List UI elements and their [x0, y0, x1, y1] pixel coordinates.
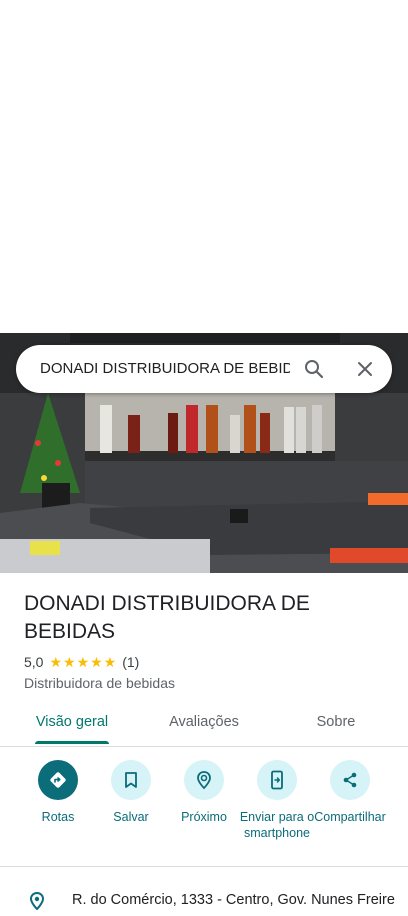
nearby-button[interactable]: Próximo [164, 760, 244, 825]
close-icon[interactable] [353, 357, 377, 381]
share-label: Compartilhar [314, 810, 386, 824]
rating-row[interactable]: 5,0 ★★★★★ (1) [24, 653, 139, 671]
tab-overview[interactable]: Visão geral [22, 700, 122, 744]
save-label: Salvar [113, 810, 149, 824]
search-bar[interactable]: DONADI DISTRIBUIDORA DE BEBIDAS [16, 345, 392, 393]
rating-stars-icon: ★★★★★ [49, 653, 118, 670]
tab-about[interactable]: Sobre [296, 700, 376, 744]
directions-label: Rotas [41, 810, 75, 824]
place-title: DONADI DISTRIBUIDORA DE BEBIDAS [24, 592, 310, 643]
place-category[interactable]: Distribuidora de bebidas [24, 675, 175, 691]
directions-icon [38, 760, 78, 800]
tab-bar: Visão geral Avaliações Sobre [0, 700, 408, 747]
divider [0, 866, 408, 867]
search-icon[interactable] [302, 357, 326, 381]
send-to-phone-icon [257, 760, 297, 800]
review-count[interactable]: (1) [122, 654, 139, 670]
address-row[interactable]: R. do Comércio, 1333 - Centro, Gov. Nune… [0, 886, 408, 916]
save-button[interactable]: Salvar [91, 760, 171, 825]
share-button[interactable]: Compartilhar [310, 760, 390, 825]
send-to-phone-button[interactable]: Enviar para o smartphone [237, 760, 317, 841]
location-pin-icon [28, 891, 46, 911]
map-area[interactable] [0, 0, 408, 333]
active-tab-indicator [35, 741, 109, 744]
bookmark-icon [111, 760, 151, 800]
directions-button[interactable]: Rotas [18, 760, 98, 825]
nearby-label: Próximo [181, 810, 227, 824]
send-to-phone-label: Enviar para o smartphone [239, 810, 315, 840]
nearby-icon [184, 760, 224, 800]
action-buttons: Rotas Salvar Próximo Enviar para o smart… [0, 760, 408, 860]
rating-value: 5,0 [24, 654, 44, 670]
tab-reviews[interactable]: Avaliações [152, 700, 256, 744]
share-icon [330, 760, 370, 800]
search-input[interactable]: DONADI DISTRIBUIDORA DE BEBIDAS [40, 345, 290, 393]
